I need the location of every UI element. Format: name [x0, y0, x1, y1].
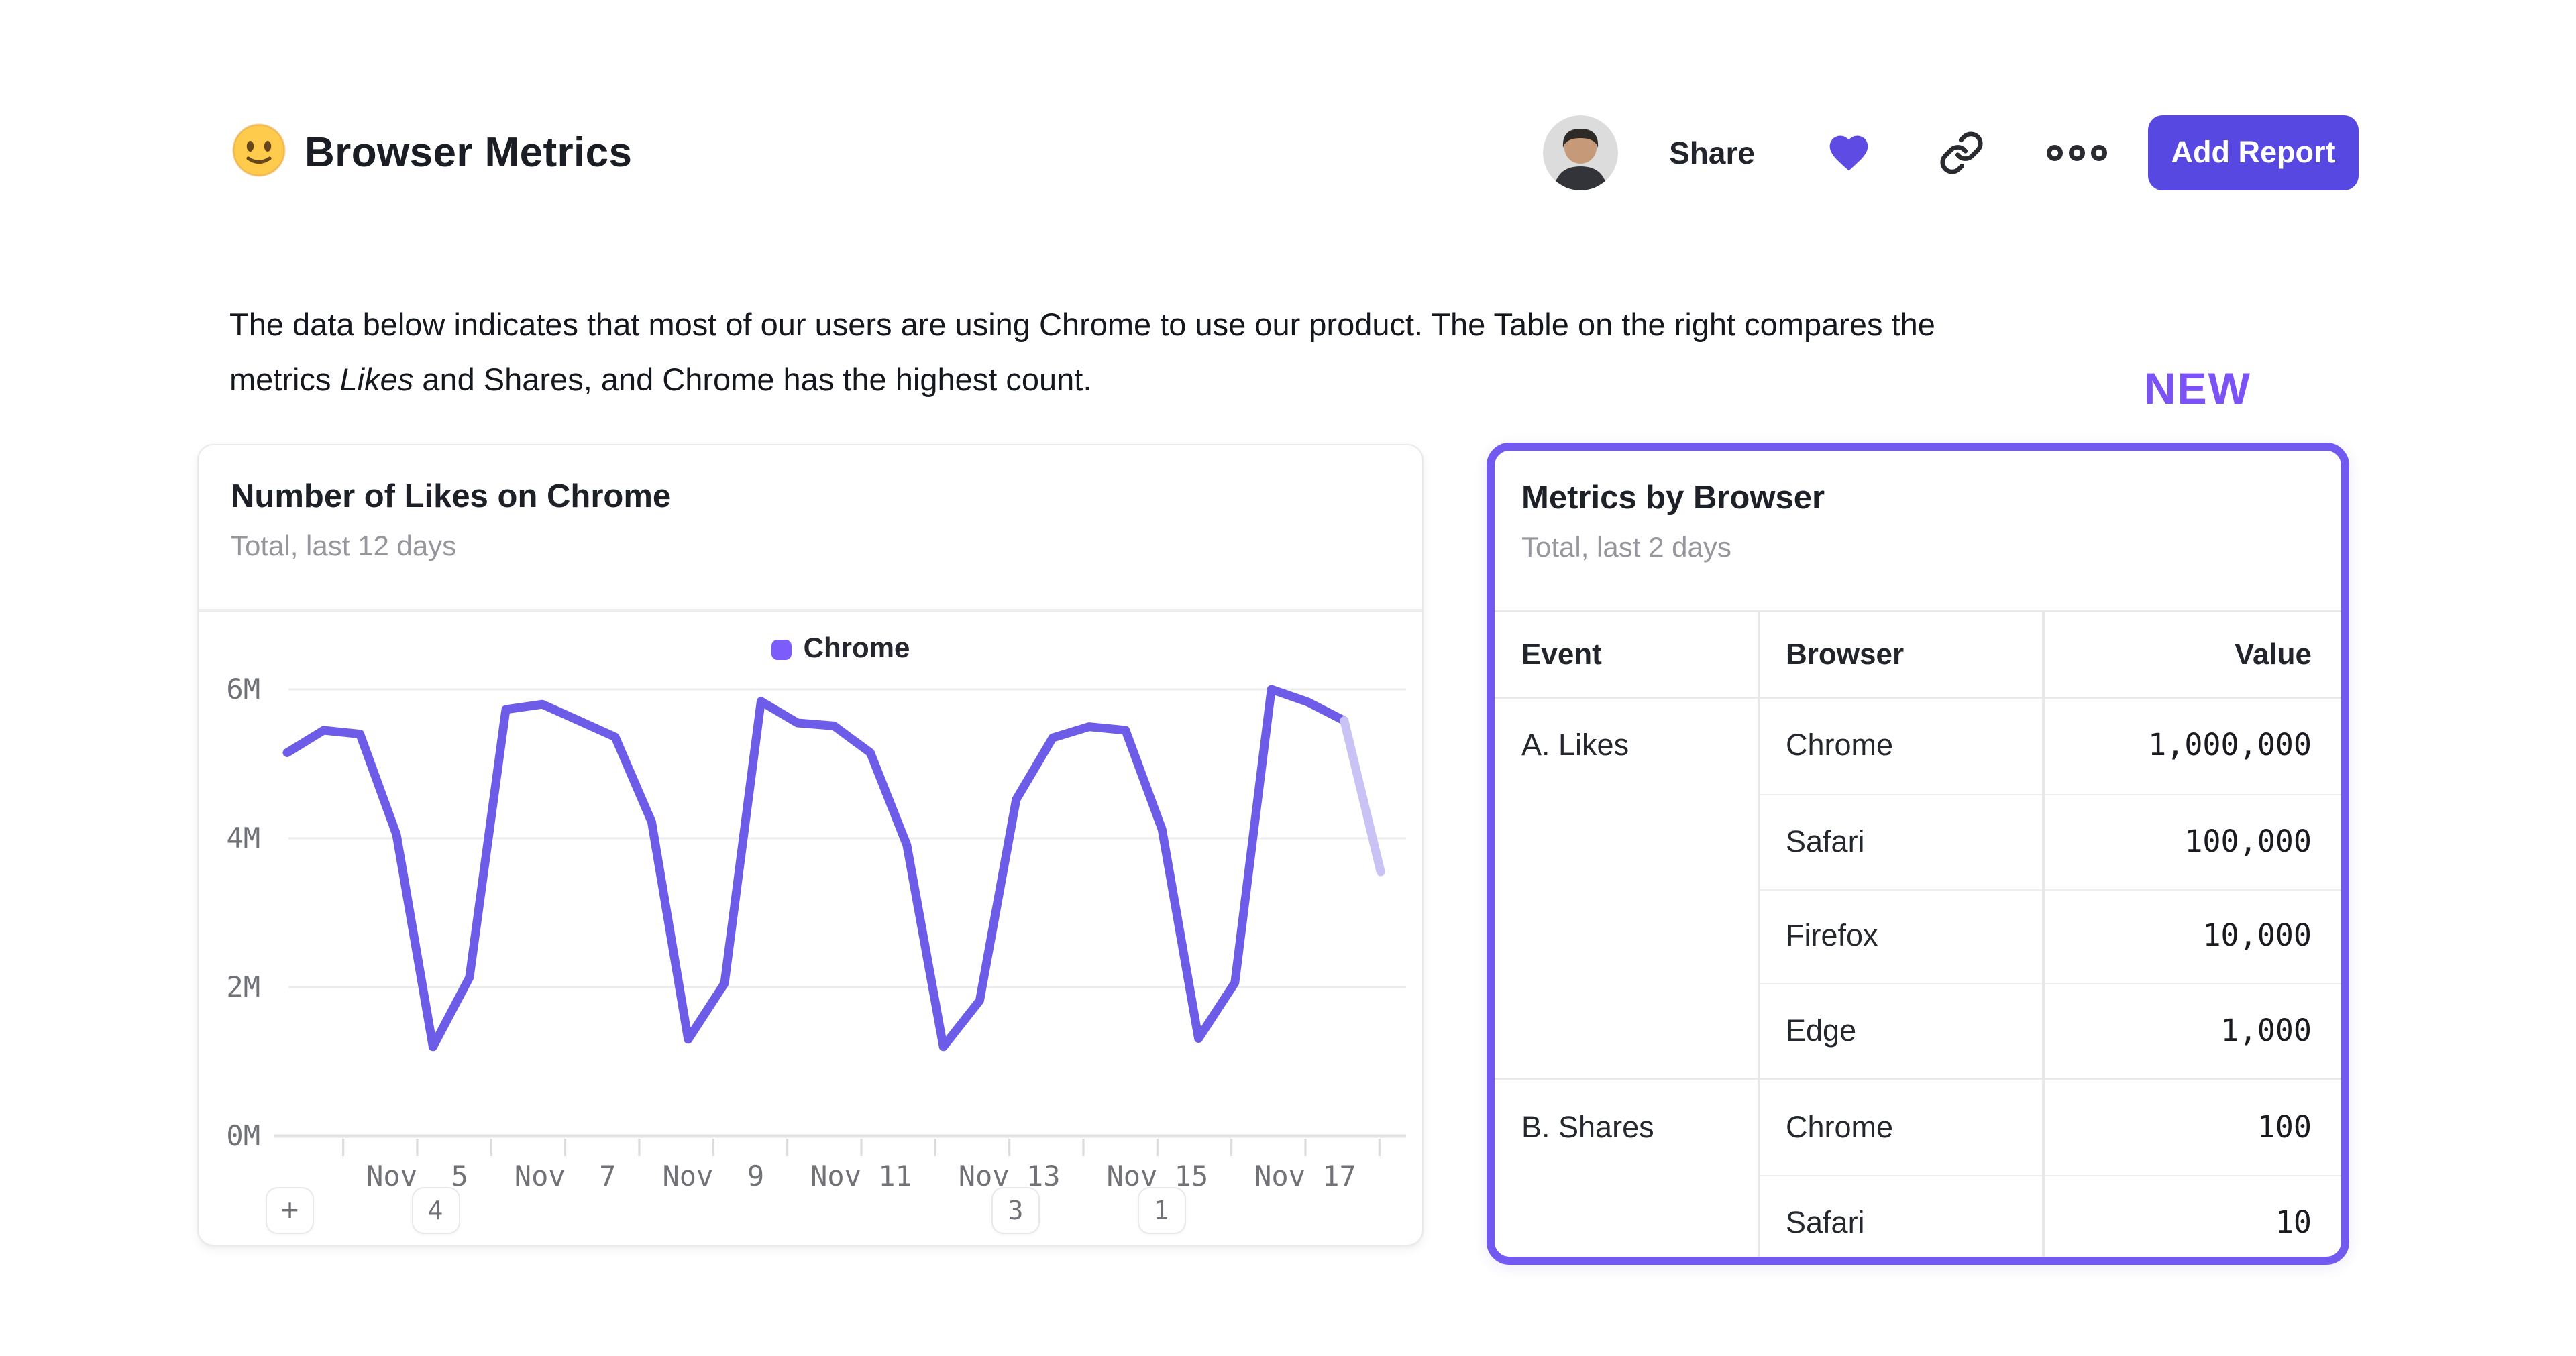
likes-line-chart: 0M2M4M6MNov 5Nov 7Nov 9Nov 11Nov 13Nov 1… [199, 445, 1422, 1245]
metrics-table-card: Metrics by Browser Total, last 2 days Ev… [1487, 443, 2349, 1265]
page-title: Browser Metrics [305, 129, 632, 177]
browser-cell: Chrome [1758, 1110, 2042, 1145]
browser-cell: Firefox [1758, 919, 2042, 954]
table-row: Safari10 [1495, 1175, 2341, 1265]
smiley-emoji-icon [229, 120, 288, 186]
table-row: A. LikesChrome1,000,000 [1495, 699, 2341, 794]
browser-cell: Safari [1758, 1206, 2042, 1241]
table-row: Safari100,000 [1495, 794, 2341, 889]
column-divider [1758, 610, 1760, 1265]
header-bar: Browser Metrics Share [229, 113, 2359, 193]
copy-link-icon[interactable] [1939, 130, 1984, 176]
value-cell: 100,000 [2042, 824, 2341, 859]
y-axis-label: 6M [226, 673, 260, 705]
table-card-header: Metrics by Browser Total, last 2 days [1495, 451, 2341, 565]
browser-cell: Safari [1758, 824, 2042, 859]
likes-chart-card: Number of Likes on Chrome Total, last 12… [197, 444, 1424, 1246]
value-cell: 1,000 [2042, 1015, 2341, 1050]
metrics-table: EventBrowserValue A. LikesChrome1,000,00… [1495, 610, 2341, 1265]
value-cell: 10,000 [2042, 919, 2341, 954]
table-row: Edge1,000 [1495, 984, 2341, 1079]
value-cell: 10 [2042, 1206, 2341, 1241]
share-button[interactable]: Share [1669, 135, 1755, 171]
table-title: Metrics by Browser [1521, 480, 2314, 518]
annotation-marker-1[interactable]: 1 [1137, 1187, 1185, 1234]
event-cell [1495, 794, 1758, 889]
value-cell: 1,000,000 [2042, 729, 2341, 764]
add-annotation-button[interactable]: + [266, 1187, 314, 1234]
annotation-marker-4[interactable]: 4 [411, 1187, 460, 1234]
y-axis-label: 2M [226, 970, 260, 1003]
title-wrap: Browser Metrics [229, 120, 632, 186]
annotation-marker-3[interactable]: 3 [991, 1187, 1040, 1234]
column-header-value: Value [2042, 637, 2341, 672]
value-cell: 100 [2042, 1110, 2341, 1145]
notebook-page: Browser Metrics Share [0, 0, 2576, 1356]
table-subtitle: Total, last 2 days [1521, 532, 2314, 565]
event-cell: B. Shares [1495, 1080, 1758, 1175]
y-axis-label: 0M [226, 1119, 260, 1152]
event-cell [1495, 889, 1758, 984]
event-cell [1495, 984, 1758, 1079]
column-divider [2042, 610, 2044, 1265]
table-row: B. SharesChrome100 [1495, 1078, 2341, 1175]
x-axis-label: Nov 7 [515, 1160, 616, 1192]
event-cell: A. Likes [1495, 699, 1758, 794]
description-text: The data below indicates that most of ou… [229, 297, 2376, 407]
y-axis-label: 4M [226, 822, 260, 854]
table-row: Firefox10,000 [1495, 889, 2341, 984]
column-header-event: Event [1495, 637, 1758, 672]
new-badge: NEW [2144, 363, 2251, 414]
more-options-icon[interactable] [2046, 142, 2108, 164]
favorite-heart-icon[interactable] [1825, 130, 1873, 176]
header-actions: Share Add Report [1543, 115, 2359, 190]
add-report-button[interactable]: Add Report [2148, 115, 2359, 190]
column-header-browser: Browser [1758, 637, 2042, 672]
x-axis-label: Nov 17 [1254, 1160, 1356, 1192]
x-axis-label: Nov 11 [810, 1160, 912, 1192]
x-axis-label: Nov 9 [662, 1160, 764, 1192]
event-cell [1495, 1175, 1758, 1265]
browser-cell: Chrome [1758, 729, 2042, 764]
table-header-row: EventBrowserValue [1495, 610, 2341, 699]
browser-cell: Edge [1758, 1015, 2042, 1050]
avatar[interactable] [1543, 115, 1618, 190]
